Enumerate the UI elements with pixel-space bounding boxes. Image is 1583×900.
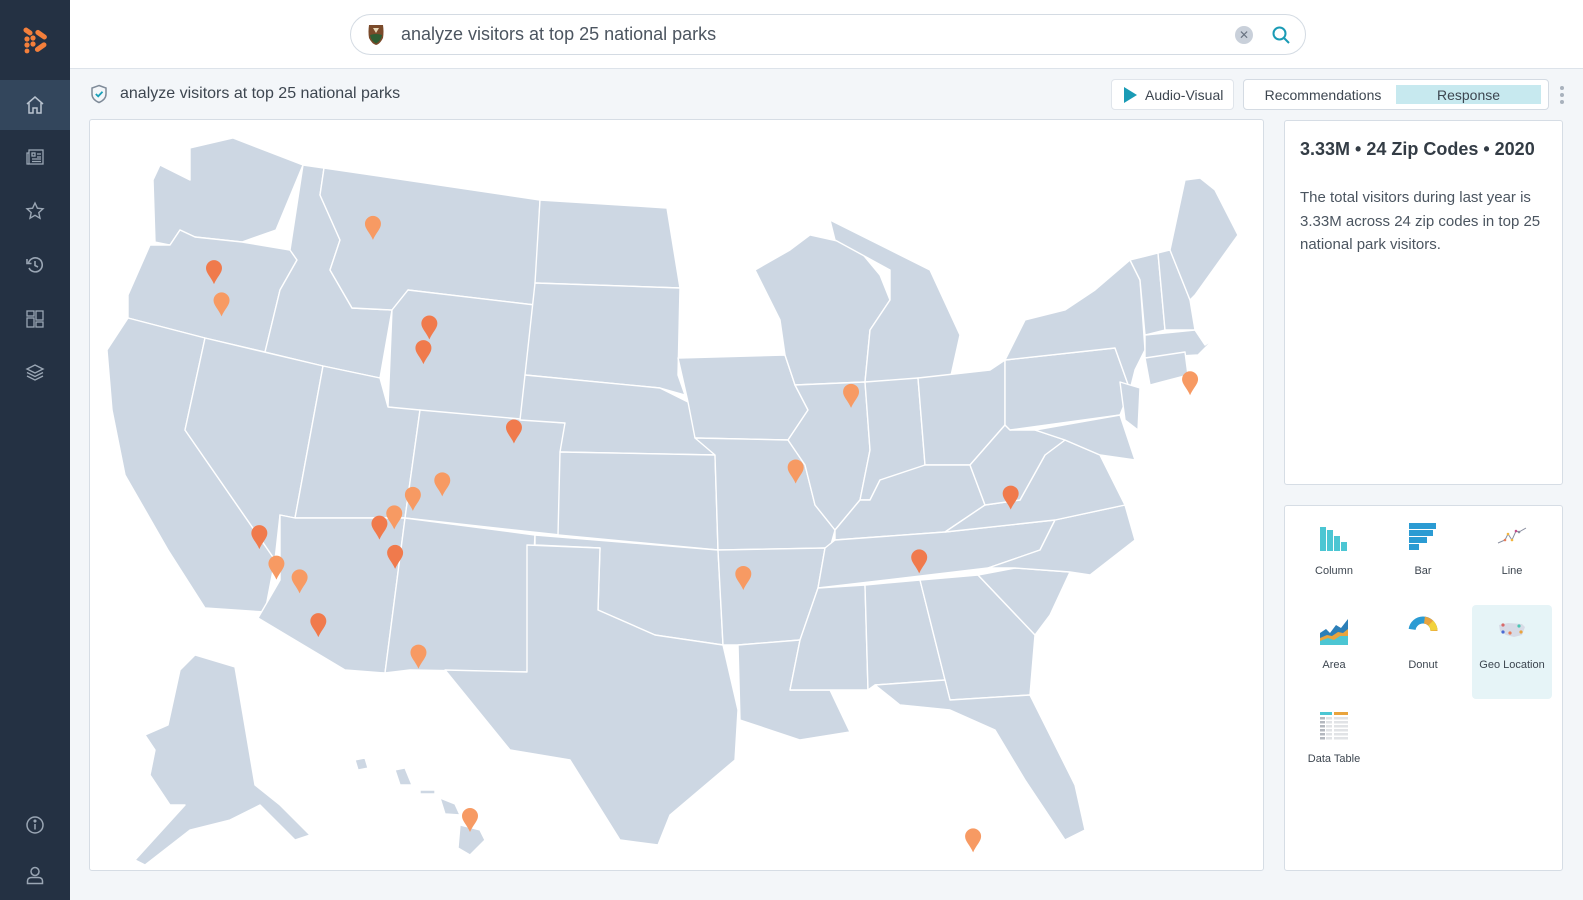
home-icon (26, 96, 44, 114)
chart-option-label: Area (1322, 659, 1346, 671)
sidebar-item-profile[interactable] (0, 850, 70, 900)
tab-recommendations[interactable]: Recommendations (1250, 85, 1396, 104)
state-wyoming (387, 289, 536, 426)
bar-chart-icon (1409, 523, 1436, 550)
sidebar-item-feed[interactable] (0, 130, 70, 184)
chart-option-donut[interactable]: Donut (1383, 605, 1463, 699)
chart-option-label: Bar (1414, 565, 1432, 577)
geo-location-icon (1499, 623, 1525, 637)
state-connecticut (1144, 351, 1189, 386)
user-icon (26, 866, 44, 885)
history-icon (26, 257, 44, 273)
chart-option-label: Line (1501, 565, 1523, 577)
state-alaska (134, 654, 311, 866)
news-icon (26, 149, 44, 165)
chart-option-label: Donut (1408, 659, 1438, 671)
chart-type-picker: Column Bar Line Area Donut Geo Location … (1284, 505, 1563, 871)
more-options-icon[interactable] (1559, 86, 1565, 104)
dashboard-icon (26, 310, 44, 328)
map-marker[interactable]: Everglades (965, 828, 982, 853)
summary-headline: 3.33M • 24 Zip Codes • 2020 (1300, 139, 1535, 159)
audio-visual-label: Audio-Visual (1145, 86, 1224, 103)
state-arizona (257, 514, 406, 674)
sidebar (0, 0, 70, 900)
play-icon (1124, 86, 1137, 103)
chart-option-geo-location[interactable]: Geo Location (1472, 605, 1552, 699)
state-north-dakota (534, 199, 681, 289)
state-washington (152, 137, 304, 246)
state-new-mexico (384, 517, 536, 674)
sidebar-item-history[interactable] (0, 238, 70, 292)
tab-response[interactable]: Response (1396, 85, 1541, 104)
summary-description: The total visitors during last year is 3… (1300, 189, 1541, 253)
data-table-icon (1320, 712, 1348, 740)
search-input[interactable] (401, 24, 1221, 45)
us-map[interactable]: Olympic areaMount Rainier areaGlacierYel… (90, 120, 1264, 871)
sidebar-item-favorites[interactable] (0, 184, 70, 238)
query-text: analyze visitors at top 25 national park… (120, 85, 401, 102)
top-bar: ✕ (70, 0, 1583, 69)
layers-icon (25, 364, 45, 381)
clear-icon[interactable]: ✕ (1235, 26, 1253, 44)
search-icon[interactable] (1271, 25, 1291, 45)
state-montana (319, 167, 541, 311)
sidebar-item-info[interactable] (0, 800, 70, 850)
chart-option-data-table[interactable]: Data Table (1294, 699, 1374, 793)
sidebar-item-home[interactable] (0, 80, 70, 130)
chart-option-area[interactable]: Area (1294, 605, 1374, 699)
audio-visual-button[interactable]: Audio-Visual (1111, 79, 1234, 110)
line-chart-icon (1497, 527, 1527, 544)
chart-option-column[interactable]: Column (1294, 511, 1374, 605)
shield-check-icon (91, 84, 107, 104)
chart-option-label: Geo Location (1479, 659, 1545, 671)
chart-option-bar[interactable]: Bar (1383, 511, 1463, 605)
donut-chart-icon (1408, 616, 1438, 646)
app-logo[interactable] (0, 0, 70, 80)
view-toggle: Recommendations Response (1243, 79, 1549, 110)
sidebar-item-dashboards[interactable] (0, 292, 70, 346)
sidebar-item-datasets[interactable] (0, 346, 70, 400)
map-marker[interactable]: Acadia (1182, 371, 1199, 396)
star-icon (25, 201, 45, 220)
query-header: analyze visitors at top 25 national park… (70, 70, 1583, 118)
summary-card: 3.33M • 24 Zip Codes • 2020 The total vi… (1284, 120, 1563, 485)
state-iowa (677, 354, 809, 441)
column-chart-icon (1320, 527, 1347, 551)
state-colorado (404, 409, 566, 536)
chart-option-label: Data Table (1307, 753, 1361, 765)
info-icon (26, 816, 44, 834)
state-kansas (557, 451, 719, 551)
chart-option-label: Column (1315, 565, 1353, 577)
search-bar[interactable]: ✕ (350, 14, 1306, 55)
chart-option-line[interactable]: Line (1472, 511, 1552, 605)
state-hawaii (354, 757, 486, 856)
query-label: analyze visitors at top 25 national park… (90, 84, 400, 104)
area-chart-icon (1320, 619, 1348, 645)
geo-map-panel: Olympic areaMount Rainier areaGlacierYel… (89, 119, 1264, 871)
state-florida (874, 679, 1086, 841)
national-park-service-badge-icon (365, 22, 387, 48)
logo-icon (23, 27, 47, 54)
